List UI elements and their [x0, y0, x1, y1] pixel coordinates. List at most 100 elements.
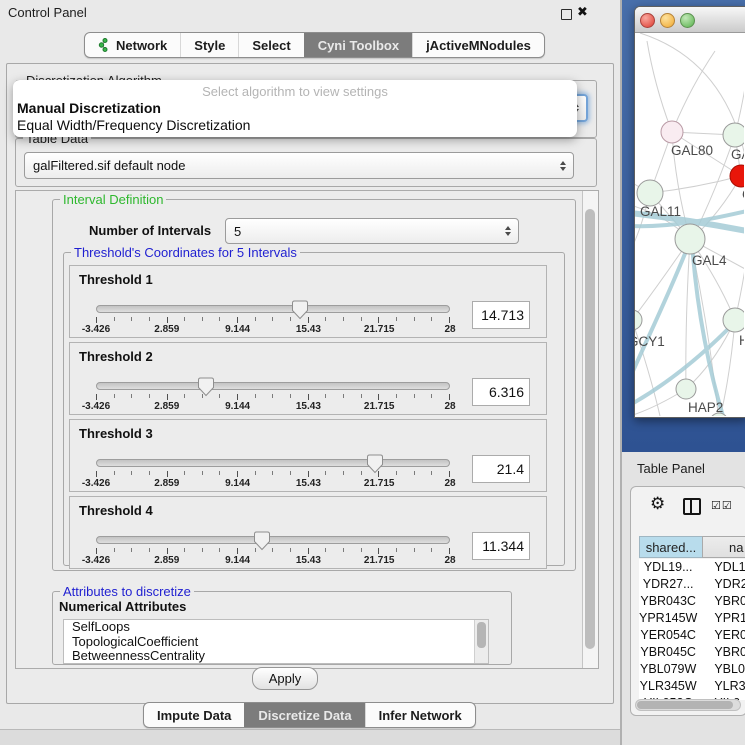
table-panel: Table Panel ⚙ ☑☑ shared...na YDL19...YDL…: [622, 452, 745, 745]
tick-mark: [343, 548, 344, 552]
axis-tick-label: 21.715: [364, 401, 395, 412]
network-node-gcy1[interactable]: [635, 310, 642, 330]
network-node-gal80[interactable]: [661, 121, 683, 143]
tick-mark: [325, 317, 326, 321]
tick-mark: [396, 317, 397, 321]
slider-track[interactable]: [96, 382, 450, 390]
slider-ticks: [96, 317, 450, 323]
slider-ticks: [96, 548, 450, 554]
dropdown-option-manual-discretization[interactable]: Manual Discretization: [13, 100, 577, 117]
tick-mark: [202, 548, 203, 552]
dropdown-option-equal-width-frequency-discretization[interactable]: Equal Width/Frequency Discretization: [13, 117, 577, 134]
axis-tick-label: 9.144: [225, 478, 250, 489]
tab-infer-network[interactable]: Infer Network: [365, 703, 475, 727]
threshold-value-field[interactable]: 11.344: [472, 532, 530, 560]
axis-tick-label: 2.859: [154, 478, 179, 489]
tab-select[interactable]: Select: [238, 33, 303, 57]
slider-ticks: [96, 394, 450, 400]
table-row[interactable]: YPR145WYPR1: [639, 610, 745, 627]
tab-discretize-data[interactable]: Discretize Data: [244, 703, 364, 727]
cell-shared-name: YBR045C: [639, 644, 697, 661]
scrollbar-thumb[interactable]: [585, 209, 595, 649]
table-row[interactable]: YDL19...YDL1: [639, 559, 745, 576]
scrollbar-thumb[interactable]: [477, 622, 486, 648]
thresholds-list: Threshold 1-3.4262.8599.14415.4321.71528…: [69, 265, 547, 573]
tick-mark: [219, 548, 220, 552]
tick-mark: [96, 471, 97, 477]
column-header-2[interactable]: na: [702, 536, 745, 558]
apply-button[interactable]: Apply: [252, 667, 318, 690]
columns-icon[interactable]: [683, 498, 701, 515]
axis-tick-label: 28: [444, 401, 455, 412]
scrollbar-thumb[interactable]: [637, 701, 733, 709]
threshold-value-field[interactable]: 14.713: [472, 301, 530, 329]
close-icon[interactable]: ✖: [577, 4, 588, 20]
zoom-traffic-light[interactable]: [680, 13, 695, 28]
panel-vertical-scrollbar[interactable]: [582, 191, 598, 668]
tick-mark: [167, 394, 168, 400]
network-node-h[interactable]: [723, 308, 744, 332]
table-row[interactable]: YBR045CYBR0: [639, 644, 745, 661]
table-row[interactable]: YER054CYER0: [639, 627, 745, 644]
node-label-gal4: GAL4: [692, 253, 727, 268]
cell-name: YDR2: [697, 576, 745, 593]
axis-tick-label: 15.43: [296, 401, 321, 412]
attributes-scrollbar[interactable]: [474, 620, 488, 663]
tick-mark: [114, 394, 115, 398]
threshold-label: Threshold 2: [79, 349, 153, 364]
network-node-gal4[interactable]: [675, 224, 705, 254]
slider-axis-labels: -3.4262.8599.14415.4321.71528: [96, 555, 450, 567]
tick-mark: [378, 548, 379, 554]
numerical-attributes-list[interactable]: SelfLoopsTopologicalCoefficientBetweenne…: [63, 619, 489, 664]
select-columns-icon[interactable]: ☑☑: [711, 499, 733, 512]
table-row[interactable]: YDR27...YDR2: [639, 576, 745, 593]
tick-mark: [378, 317, 379, 323]
tick-mark: [343, 317, 344, 321]
network-node-ga[interactable]: [723, 123, 744, 147]
slider-track[interactable]: [96, 305, 450, 313]
tick-mark: [272, 548, 273, 552]
attribute-item-topologicalcoefficient[interactable]: TopologicalCoefficient: [64, 635, 488, 650]
slider-track[interactable]: [96, 459, 450, 467]
tab-label: Discretize Data: [258, 708, 351, 723]
gear-icon[interactable]: ⚙: [650, 494, 665, 514]
tick-mark: [431, 394, 432, 398]
attribute-item-betweennesscentrality[interactable]: BetweennessCentrality: [64, 649, 488, 664]
tab-jactivemnodules[interactable]: jActiveMNodules: [412, 33, 544, 57]
tab-network[interactable]: Network: [85, 33, 180, 57]
threshold-value-field[interactable]: 21.4: [472, 455, 530, 483]
tick-mark: [202, 394, 203, 398]
tab-style[interactable]: Style: [180, 33, 238, 57]
float-window-icon[interactable]: [561, 9, 572, 20]
network-node-gal11[interactable]: [637, 180, 663, 206]
network-canvas[interactable]: GAL80GACGAL11GAL4GCY1HHAP2: [635, 33, 744, 416]
tick-mark: [272, 471, 273, 475]
column-header-1[interactable]: shared...: [639, 536, 702, 558]
minimize-traffic-light[interactable]: [660, 13, 675, 28]
table-horizontal-scrollbar[interactable]: [635, 699, 741, 711]
network-icon: [98, 38, 111, 52]
attribute-item-selfloops[interactable]: SelfLoops: [64, 620, 488, 635]
close-traffic-light[interactable]: [640, 13, 655, 28]
cell-shared-name: YDL19...: [639, 559, 697, 576]
network-node-c[interactable]: [730, 165, 744, 187]
table-row[interactable]: YLR345WYLR3: [639, 678, 745, 695]
tab-impute-data[interactable]: Impute Data: [144, 703, 244, 727]
tick-mark: [149, 394, 150, 398]
slider-track[interactable]: [96, 536, 450, 544]
tick-mark: [308, 394, 309, 400]
table-row[interactable]: YBR043CYBR0: [639, 593, 745, 610]
number-of-intervals-combobox[interactable]: 5: [225, 218, 519, 244]
threshold-value-field[interactable]: 6.316: [472, 378, 530, 406]
cell-name: YLR3: [697, 678, 745, 695]
network-node-hap2[interactable]: [676, 379, 696, 399]
table-data-combobox[interactable]: galFiltered.sif default node: [24, 152, 574, 179]
table-row[interactable]: YBL079WYBL0: [639, 661, 745, 678]
control-panel: Control Panel ✖ NetworkStyleSelectCyni T…: [0, 0, 622, 745]
axis-tick-label: 28: [444, 478, 455, 489]
tick-mark: [131, 471, 132, 475]
tick-mark: [96, 394, 97, 400]
tab-cyni-toolbox[interactable]: Cyni Toolbox: [304, 33, 412, 57]
cyni-bottom-tabs: Impute Data Discretize Data Infer Network: [143, 702, 476, 728]
network-window-titlebar[interactable]: [635, 7, 745, 33]
